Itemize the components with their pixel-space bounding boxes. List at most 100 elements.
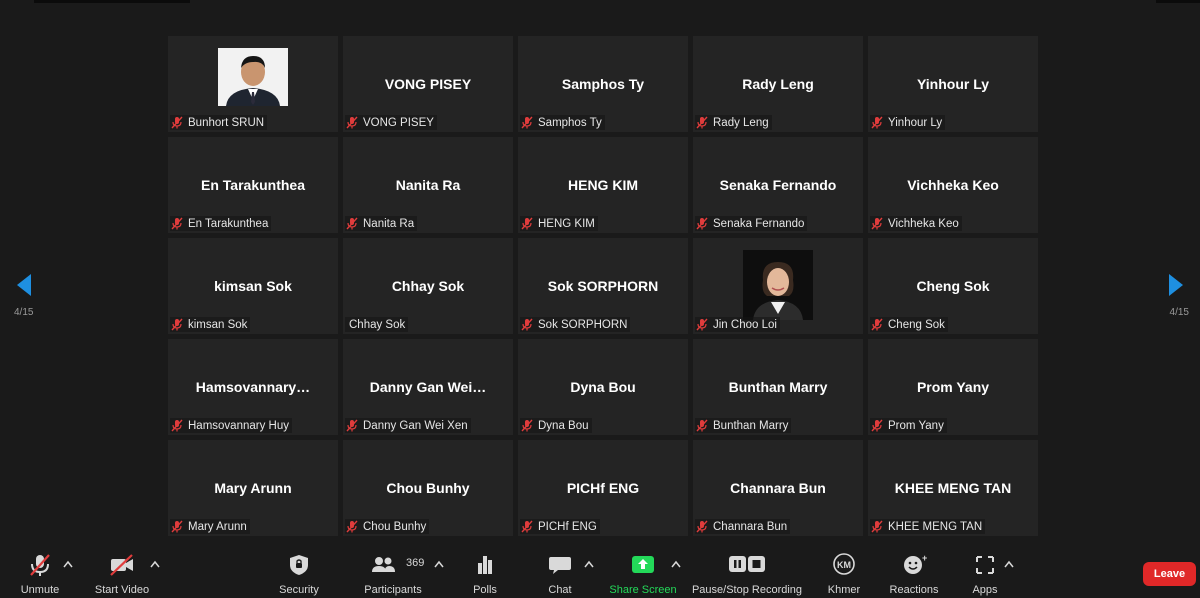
participant-name-label: Rady Leng [713,116,769,129]
start-video-label: Start Video [94,584,150,596]
smiley-icon: + [904,553,927,574]
page-indicator-left: 4/15 [14,307,34,318]
participant-tile[interactable]: Vichheka Keo Vichheka Keo [868,137,1038,233]
bar-chart-icon [478,556,492,574]
share-screen-button[interactable]: Share Screen [609,545,677,598]
participant-name-label: Bunthan Marry [713,419,789,432]
participant-tile[interactable]: Dyna Bou Dyna Bou [518,339,688,435]
participant-tile[interactable]: Chhay Sok Chhay Sok [343,238,513,334]
participant-tile[interactable]: Samphos Ty Samphos Ty [518,36,688,132]
participant-tile[interactable]: VONG PISEY VONG PISEY [343,36,513,132]
participant-tile[interactable]: En Tarakunthea En Tarakunthea [168,137,338,233]
participant-display-name: Dyna Bou [570,379,636,395]
participant-display-name: VONG PISEY [384,76,472,92]
chevron-up-icon[interactable] [584,560,594,568]
mic-muted-icon [346,520,358,533]
participant-name-label: Prom Yany [888,419,944,432]
participant-display-name: Chou Bunhy [386,480,470,496]
participant-tile[interactable]: HENG KIM HENG KIM [518,137,688,233]
participant-tile[interactable]: PICHf ENG PICHf ENG [518,440,688,536]
participant-name-label: Jin Choo Loi [713,318,777,331]
mic-muted-icon [171,318,183,331]
participant-name-label: KHEE MENG TAN [888,520,983,533]
participant-name-label: Chou Bunhy [363,520,427,533]
participant-tile[interactable]: Chou Bunhy Chou Bunhy [343,440,513,536]
reactions-button[interactable]: + Reactions [889,545,939,598]
participant-tile[interactable]: Prom Yany Prom Yany [868,339,1038,435]
participant-tile[interactable]: Cheng Sok Cheng Sok [868,238,1038,334]
leave-button[interactable]: Leave [1143,562,1196,586]
participant-tile[interactable]: Senaka Fernando Senaka Fernando [693,137,863,233]
polls-button[interactable]: Polls [470,545,500,598]
chevron-up-icon[interactable] [671,560,681,568]
security-button[interactable]: Security [278,545,320,598]
participant-name-label: HENG KIM [538,217,595,230]
participant-tile[interactable]: Channara Bun Channara Bun [693,440,863,536]
participant-name-tag: Yinhour Ly [870,115,946,130]
svg-text:+: + [922,553,927,563]
participant-tile[interactable]: Bunhort SRUN [168,36,338,132]
language-button[interactable]: KM Khmer [826,545,862,598]
participant-display-name: Mary Arunn [214,480,292,496]
page-indicator-right: 4/15 [1169,307,1189,318]
participant-tile[interactable]: Danny Gan Wei… Danny Gan Wei Xen [343,339,513,435]
participant-tile[interactable]: Jin Choo Loi [693,238,863,334]
participant-display-name: HENG KIM [568,177,638,193]
participant-name-tag: Nanita Ra [345,216,418,231]
video-off-icon [110,554,133,576]
participants-label: Participants [364,584,422,596]
meeting-window: Bunhort SRUN VONG PISEY VONG PISEY Samphos … [0,0,1200,598]
mic-muted-icon [521,520,533,533]
participant-tile[interactable]: Yinhour Ly Yinhour Ly [868,36,1038,132]
chevron-up-icon[interactable] [150,560,160,568]
mic-muted-icon [696,116,708,129]
participants-button[interactable]: Participants [362,545,424,598]
participant-name-label: Sok SORPHORN [538,318,628,331]
pause-stop-recording-button[interactable]: Pause/Stop Recording [692,545,802,598]
participant-display-name: Chhay Sok [391,278,465,294]
mic-muted-icon [521,116,533,129]
participant-name-tag: Dyna Bou [520,418,592,433]
unmute-button[interactable]: Unmute [18,545,62,598]
participant-name-label: VONG PISEY [363,116,434,129]
apps-button[interactable]: Apps [968,545,1002,598]
participant-display-name: Danny Gan Wei… [369,379,487,395]
shield-icon [290,555,308,575]
participant-photo [743,250,813,320]
participant-name-tag: Vichheka Keo [870,216,962,231]
participant-display-name: KHEE MENG TAN [894,480,1012,496]
participant-tile[interactable]: Mary Arunn Mary Arunn [168,440,338,536]
chevron-up-icon[interactable] [63,560,73,568]
arrow-right-icon[interactable] [1161,272,1191,298]
participant-name-tag: KHEE MENG TAN [870,519,986,534]
mic-muted-icon [171,419,183,432]
mic-muted-icon [346,116,358,129]
security-label: Security [279,584,319,596]
reactions-label: Reactions [889,584,939,596]
mic-muted-icon [696,217,708,230]
top-bar-fragment-right [1156,0,1200,3]
chevron-up-icon[interactable] [1004,560,1014,568]
arrow-left-icon[interactable] [9,272,39,298]
participant-name-label: Bunhort SRUN [188,116,265,129]
participant-tile[interactable]: Nanita Ra Nanita Ra [343,137,513,233]
participant-tile[interactable]: KHEE MENG TAN KHEE MENG TAN [868,440,1038,536]
participant-tile[interactable]: Sok SORPHORN Sok SORPHORN [518,238,688,334]
participant-tile[interactable]: kimsan Sok kimsan Sok [168,238,338,334]
participant-tile[interactable]: Bunthan Marry Bunthan Marry [693,339,863,435]
gallery-grid: Bunhort SRUN VONG PISEY VONG PISEY Samphos … [168,36,1040,536]
participant-tile[interactable]: Rady Leng Rady Leng [693,36,863,132]
chat-button[interactable]: Chat [544,545,576,598]
participant-name-label: Cheng Sok [888,318,945,331]
start-video-button[interactable]: Start Video [94,545,150,598]
mic-muted-icon [521,217,533,230]
participant-display-name: Prom Yany [916,379,990,395]
meeting-toolbar: Unmute Start Video Security Participants… [0,545,1200,598]
participant-name-label: Channara Bun [713,520,788,533]
participant-name-label: kimsan Sok [188,318,248,331]
participant-name-label: Vichheka Keo [888,217,959,230]
chevron-up-icon[interactable] [434,560,444,568]
people-icon [372,557,395,572]
participant-tile[interactable]: Hamsovannary… Hamsovannary Huy [168,339,338,435]
participant-name-tag: Jin Choo Loi [695,317,780,332]
